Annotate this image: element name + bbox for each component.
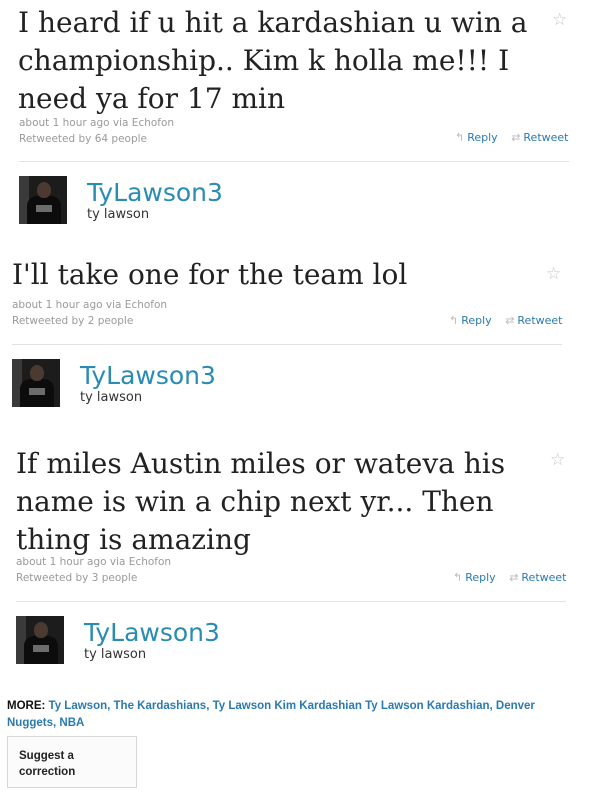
tweet-actions: ↰ Reply ⇄ Retweet	[455, 131, 568, 144]
tweet-text: If miles Austin miles or wateva his name…	[16, 447, 506, 556]
tweet-timestamp: about 1 hour ago via Echofon	[16, 556, 172, 568]
retweet-count: Retweeted by 64 people	[19, 133, 147, 145]
retweet-icon: ⇄	[511, 131, 521, 144]
reply-link[interactable]: Reply	[467, 131, 497, 144]
author-screen-name[interactable]: TyLawson3	[84, 618, 220, 647]
tweet-meta: about 1 hour ago via Echofon Retweeted b…	[19, 115, 174, 147]
tweet-text: I'll take one for the team lol	[12, 258, 408, 291]
reply-link[interactable]: Reply	[461, 314, 491, 327]
divider	[16, 601, 566, 602]
star-icon[interactable]: ☆	[550, 450, 565, 470]
tag-link[interactable]: The Kardashians	[114, 700, 207, 712]
reply-icon: ↰	[455, 131, 465, 144]
author-real-name: ty lawson	[84, 647, 147, 662]
star-icon[interactable]: ☆	[552, 10, 567, 30]
retweet-link[interactable]: Retweet	[523, 131, 568, 144]
suggest-correction-label: Suggest a correction	[19, 750, 76, 778]
retweet-count: Retweeted by 2 people	[12, 315, 134, 327]
avatar[interactable]	[19, 176, 67, 224]
tweet-text: I heard if u hit a kardashian u win a ch…	[18, 6, 528, 115]
tag-link[interactable]: Ty Lawson Kim Kardashian Ty Lawson Karda…	[213, 700, 490, 712]
tweet-timestamp: about 1 hour ago via Echofon	[19, 117, 175, 129]
author-real-name: ty lawson	[80, 390, 143, 405]
reply-link[interactable]: Reply	[465, 571, 495, 584]
suggest-correction-button[interactable]: Suggest a correction	[7, 736, 137, 788]
author-screen-name[interactable]: TyLawson3	[80, 361, 216, 390]
avatar[interactable]	[16, 616, 64, 664]
reply-icon: ↰	[449, 314, 459, 327]
avatar[interactable]	[12, 359, 60, 407]
more-label: MORE:	[7, 700, 46, 712]
tweet-timestamp: about 1 hour ago via Echofon	[12, 299, 168, 311]
tag-link[interactable]: Ty Lawson	[49, 700, 108, 712]
more-tags: MORE: Ty Lawson, The Kardashians, Ty Law…	[7, 700, 535, 729]
tweet-meta: about 1 hour ago via Echofon Retweeted b…	[16, 554, 171, 586]
author-screen-name[interactable]: TyLawson3	[87, 178, 223, 207]
tweet-meta: about 1 hour ago via Echofon Retweeted b…	[12, 297, 167, 329]
retweet-icon: ⇄	[505, 314, 515, 327]
tweet-actions: ↰ Reply ⇄ Retweet	[453, 571, 566, 584]
tag-link[interactable]: NBA	[59, 717, 84, 729]
tweet-actions: ↰ Reply ⇄ Retweet	[449, 314, 562, 327]
reply-icon: ↰	[453, 571, 463, 584]
retweet-link[interactable]: Retweet	[521, 571, 566, 584]
retweet-count: Retweeted by 3 people	[16, 572, 138, 584]
retweet-link[interactable]: Retweet	[517, 314, 562, 327]
divider	[19, 161, 569, 162]
retweet-icon: ⇄	[509, 571, 519, 584]
star-icon[interactable]: ☆	[546, 264, 561, 284]
author-real-name: ty lawson	[87, 207, 150, 222]
divider	[12, 344, 562, 345]
